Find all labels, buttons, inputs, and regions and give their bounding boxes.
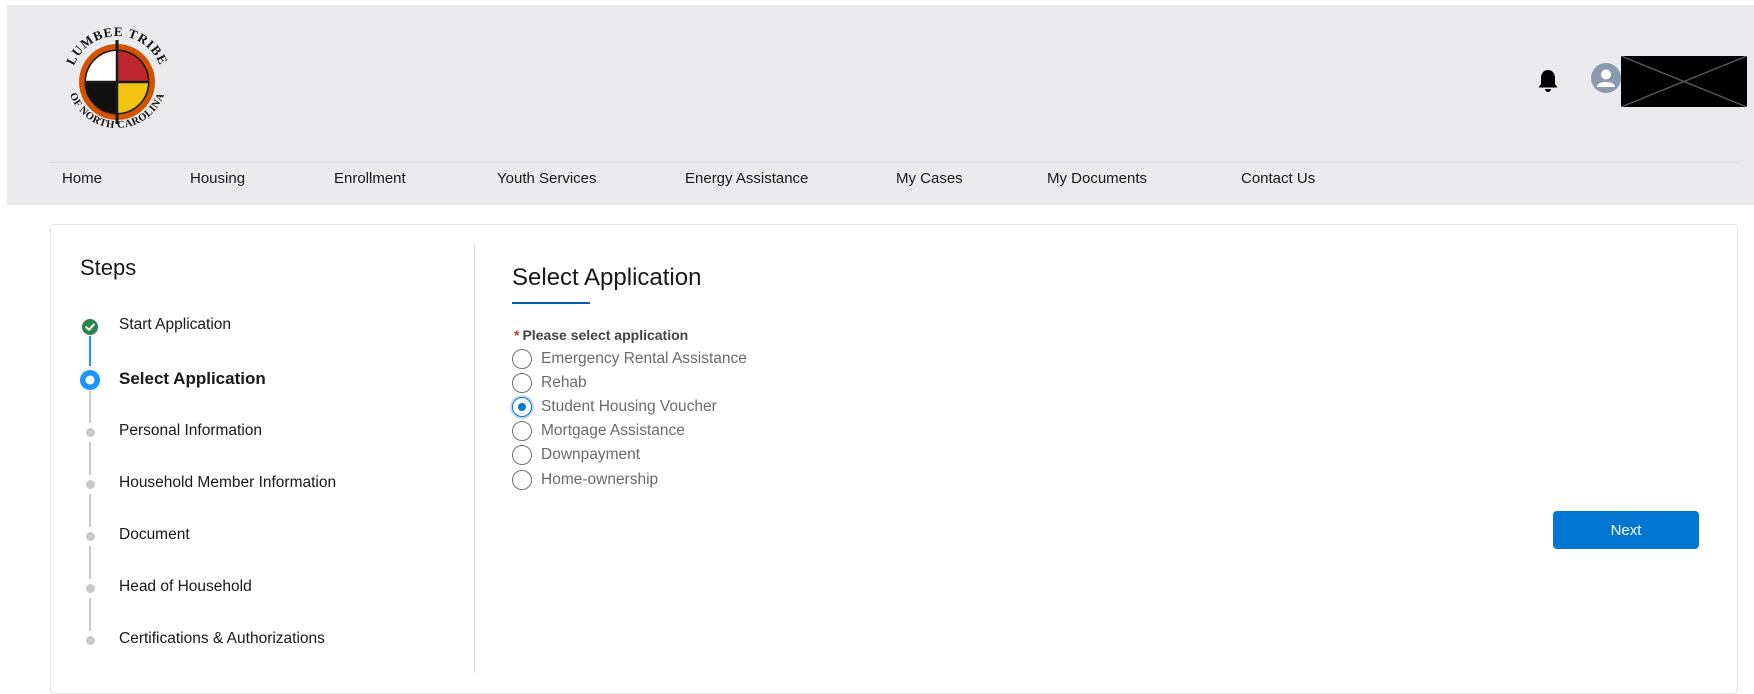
tribe-logo[interactable]: LUMBEE TRIBE OF NORTH CAROLINA [57, 20, 177, 140]
radio-button[interactable] [512, 421, 532, 441]
current-step-icon [80, 370, 100, 390]
next-button[interactable]: Next [1553, 511, 1699, 549]
step-pending-dot [86, 584, 95, 593]
step-connector [89, 494, 91, 527]
nav-item-enrollment[interactable]: Enrollment [334, 170, 406, 187]
radio-label: Mortgage Assistance [541, 422, 685, 439]
nav-item-housing[interactable]: Housing [190, 170, 245, 187]
steps-title: Steps [80, 255, 137, 280]
radio-label: Home-ownership [541, 471, 659, 488]
nav-item-energy-assistance[interactable]: Energy Assistance [685, 170, 808, 187]
step-connector [89, 442, 91, 475]
form-title: Select Application [512, 264, 702, 291]
redacted-user-name[interactable] [1621, 56, 1747, 107]
step-connector [89, 391, 91, 423]
check-circle-icon [82, 319, 98, 335]
nav-item-youth-services[interactable]: Youth Services [497, 170, 597, 187]
panel-divider [474, 243, 475, 673]
radio-label: Downpayment [541, 446, 641, 463]
main-nav: Home Housing Enrollment Youth Services E… [7, 162, 1754, 205]
step-head-of-household: Head of Household [119, 578, 252, 595]
step-select-application: Select Application [119, 369, 266, 388]
radio-label: Emergency Rental Assistance [541, 350, 747, 367]
radio-label: Student Housing Voucher [541, 398, 717, 415]
field-label-text: Please select application [522, 327, 689, 343]
step-document: Document [119, 526, 190, 543]
step-start-application: Start Application [119, 316, 232, 333]
radio-button-selected[interactable] [512, 397, 532, 417]
nav-item-contact-us[interactable]: Contact Us [1241, 170, 1315, 187]
radio-button[interactable] [512, 349, 532, 369]
step-certifications-authorizations: Certifications & Authorizations [119, 630, 325, 647]
radio-option-home-ownership[interactable]: Home-ownership [512, 469, 658, 491]
step-pending-dot [86, 428, 95, 437]
step-connector [89, 598, 91, 631]
radio-option-mortgage-assistance[interactable]: Mortgage Assistance [512, 420, 685, 442]
step-pending-dot [86, 636, 95, 645]
required-marker: * [514, 327, 520, 343]
nav-item-my-documents[interactable]: My Documents [1047, 170, 1147, 187]
application-card [50, 224, 1738, 694]
step-household-member-information: Household Member Information [119, 474, 337, 491]
radio-button[interactable] [512, 470, 532, 490]
step-personal-information: Personal Information [119, 422, 263, 439]
radio-option-downpayment[interactable]: Downpayment [512, 444, 640, 466]
title-underline [512, 302, 590, 304]
step-connector [89, 336, 91, 366]
radio-button[interactable] [512, 445, 532, 465]
radio-option-emergency-rental-assistance[interactable]: Emergency Rental Assistance [512, 348, 747, 370]
application-field-label: * Please select application [514, 327, 688, 343]
step-connector [89, 546, 91, 579]
site-header: LUMBEE TRIBE OF NORTH CAROLINA Home Hous… [7, 5, 1754, 205]
radio-button[interactable] [512, 373, 532, 393]
radio-option-rehab[interactable]: Rehab [512, 372, 587, 394]
bell-icon[interactable] [1536, 68, 1560, 94]
step-pending-dot [86, 480, 95, 489]
user-avatar-icon[interactable] [1591, 63, 1621, 93]
nav-item-home[interactable]: Home [62, 170, 102, 187]
radio-label: Rehab [541, 374, 587, 391]
step-pending-dot [86, 532, 95, 541]
radio-option-student-housing-voucher[interactable]: Student Housing Voucher [512, 396, 717, 418]
nav-item-my-cases[interactable]: My Cases [896, 170, 963, 187]
